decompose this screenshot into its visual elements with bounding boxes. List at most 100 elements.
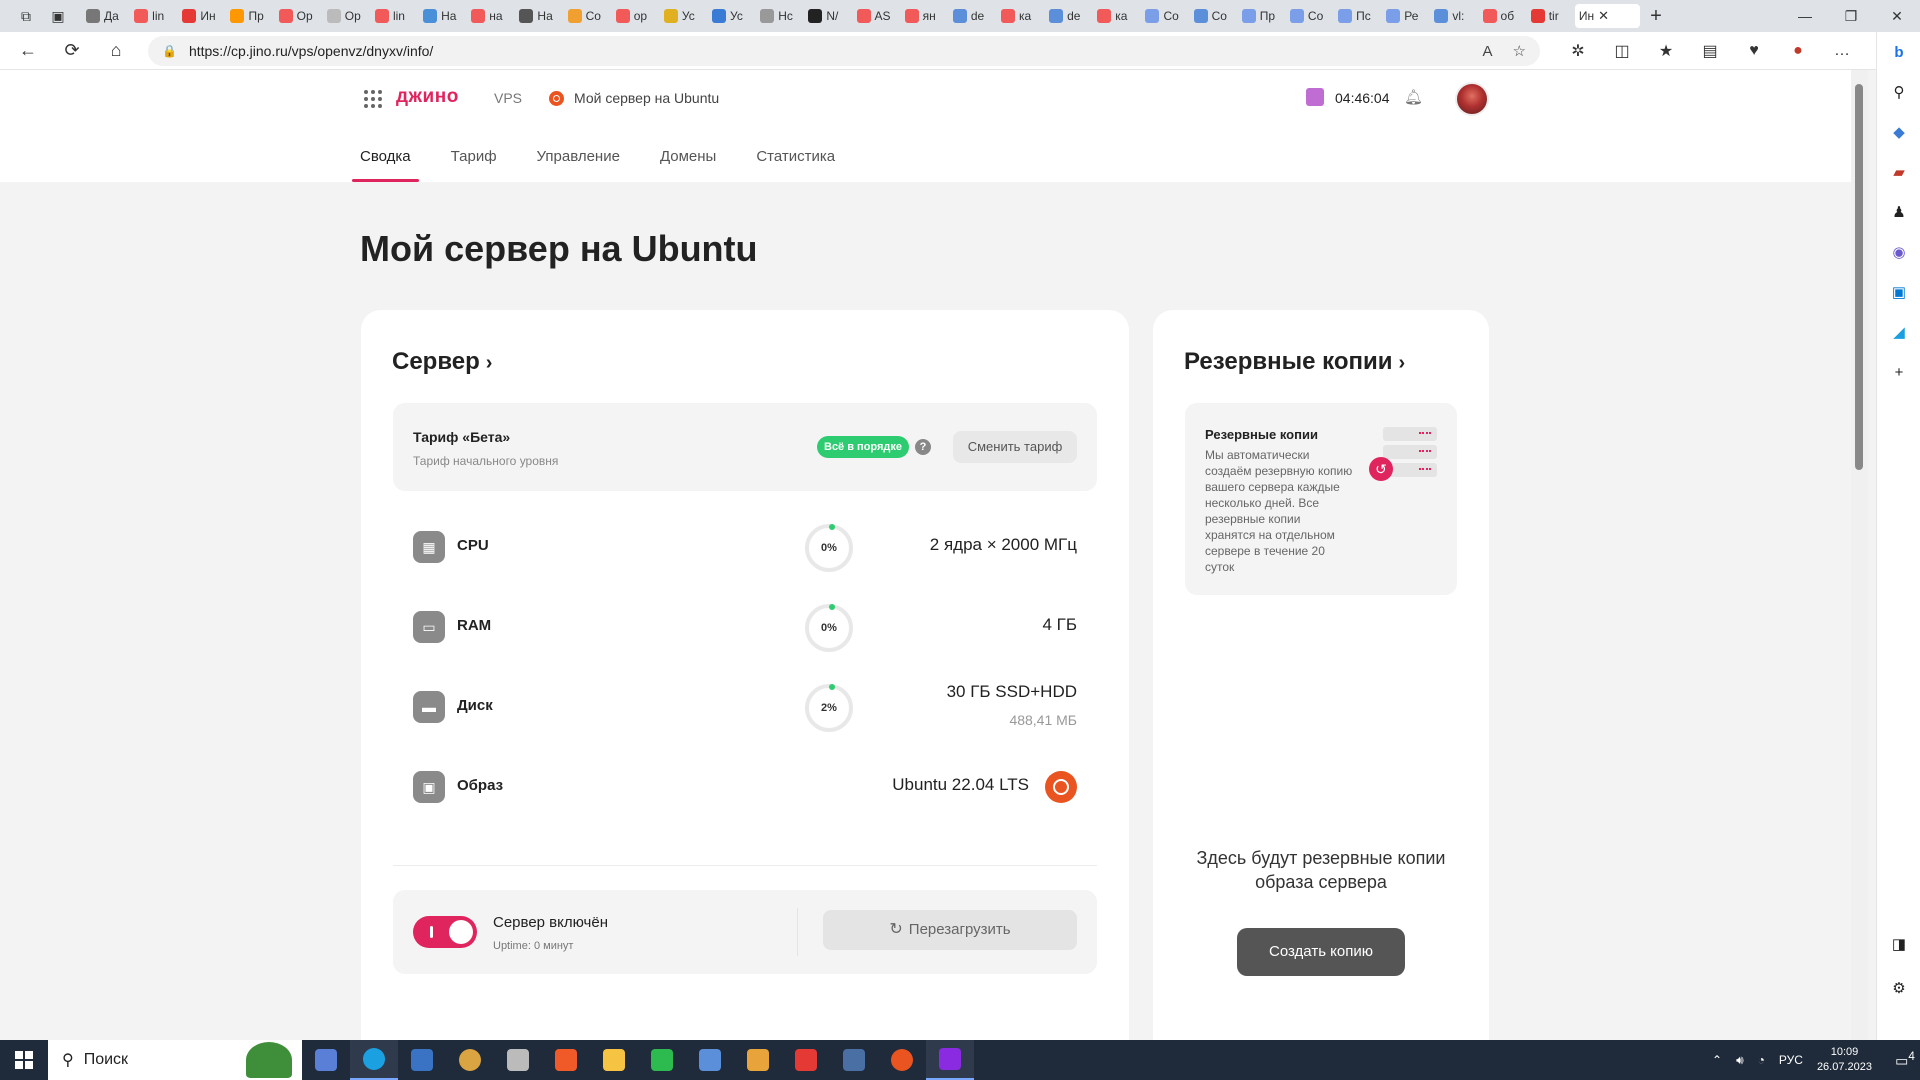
shopping-icon[interactable]: ◆ [1877,112,1920,152]
favorites-icon[interactable]: ★ [1644,41,1688,61]
tray-expand-icon[interactable]: ⌃ [1712,1053,1722,1067]
start-button[interactable] [0,1040,48,1080]
create-backup-button[interactable]: Создать копию [1237,928,1405,976]
browser-tab[interactable]: ор [612,4,658,28]
tab-statistics[interactable]: Статистика [756,148,835,182]
language-indicator[interactable]: РУС [1779,1053,1803,1067]
browser-tab[interactable]: Пр [1238,4,1284,28]
help-icon[interactable]: ? [915,439,931,455]
hide-sidebar-icon[interactable]: ◨ [1877,924,1920,964]
favorite-star-icon[interactable]: ☆ [1513,42,1526,60]
browser-tab[interactable]: На [515,4,561,28]
browser-tab[interactable]: de [949,4,995,28]
close-tab-icon[interactable]: ✕ [1598,8,1609,24]
tab-management[interactable]: Управление [537,148,620,182]
split-screen-icon[interactable]: ◫ [1600,41,1644,61]
network-icon[interactable]: ◔ [1758,1053,1765,1067]
taskbar-paint-icon[interactable] [446,1040,494,1080]
restore-button[interactable]: ❐ [1828,0,1874,32]
taskbar-phone-icon[interactable] [638,1040,686,1080]
refresh-button[interactable]: ⟳ [52,35,92,67]
new-tab-button[interactable]: + [1642,5,1670,28]
home-button[interactable]: ⌂ [96,35,136,67]
back-button[interactable]: ← [8,35,48,67]
read-aloud-icon[interactable]: A [1483,43,1493,60]
backups-card-title[interactable]: Резервные копии › [1184,348,1405,376]
browser-tab[interactable]: ка [997,4,1043,28]
notifications-icon[interactable]: ▭4 [1890,1050,1920,1070]
taskbar-app-switcher-icon[interactable] [302,1040,350,1080]
taskbar-anydesk-icon[interactable] [782,1040,830,1080]
collections-icon[interactable]: ▤ [1688,41,1732,61]
taskbar-calculator-icon[interactable] [398,1040,446,1080]
breadcrumb-server[interactable]: Мой сервер на Ubuntu [549,90,719,106]
browser-tab[interactable]: ка [1093,4,1139,28]
power-toggle[interactable] [413,916,477,948]
taskbar-ubuntu-icon[interactable] [878,1040,926,1080]
tab-actions-icon[interactable]: ▣ [44,2,72,30]
apps-grid-icon[interactable] [364,90,382,108]
close-window-button[interactable]: ✕ [1874,0,1920,32]
drop-icon[interactable]: ◢ [1877,312,1920,352]
browser-tab[interactable]: Ин [178,4,224,28]
tab-summary[interactable]: Сводка [352,148,419,182]
add-sidebar-icon[interactable]: + [1877,352,1920,392]
lock-icon[interactable]: 🔒 [162,44,177,58]
browser-tab[interactable]: Co [564,4,610,28]
settings-more-icon[interactable]: … [1820,42,1864,60]
taskbar-visual-studio-icon[interactable] [926,1040,974,1080]
browser-tab[interactable]: ян [901,4,947,28]
reboot-button[interactable]: ↻ Перезагрузить [823,910,1077,950]
avatar[interactable] [1455,82,1489,116]
scrollbar-thumb[interactable] [1855,84,1863,470]
browser-tab[interactable]: de [1045,4,1091,28]
office-icon[interactable]: ◉ [1877,232,1920,272]
games-icon[interactable]: ♟ [1877,192,1920,232]
browser-tab[interactable]: Ус [660,4,706,28]
taskbar-search[interactable]: ⚲ Поиск [48,1040,302,1080]
browser-tab-active[interactable]: Ин ✕ [1574,4,1641,28]
tab-domains[interactable]: Домены [660,148,716,182]
outlook-icon[interactable]: ▣ [1877,272,1920,312]
volume-icon[interactable]: 🔊︎ [1736,1053,1744,1068]
profile-icon[interactable]: ● [1776,42,1820,60]
search-icon[interactable]: ⚲ [1877,72,1920,112]
tab-tariff[interactable]: Тариф [451,148,497,182]
taskbar-clock[interactable]: 10:09 26.07.2023 [1817,1045,1872,1075]
breadcrumb-vps[interactable]: VPS [494,90,522,106]
browser-tab[interactable]: об [1479,4,1525,28]
taskbar-virtualbox-icon[interactable] [686,1040,734,1080]
gift-icon[interactable] [1306,88,1324,106]
browser-tab[interactable]: Ре [1382,4,1428,28]
taskbar-brave-icon[interactable] [542,1040,590,1080]
server-card-title[interactable]: Сервер › [392,348,492,376]
browser-tab[interactable]: Ор [275,4,321,28]
taskbar-tool-icon[interactable] [734,1040,782,1080]
bell-icon[interactable]: 🔔︎ [1404,88,1423,106]
taskbar-app-icon[interactable] [494,1040,542,1080]
taskbar-explorer-icon[interactable] [590,1040,638,1080]
browser-tab[interactable]: Нс [756,4,802,28]
browser-tab[interactable]: N/ [804,4,850,28]
minimize-button[interactable]: — [1782,0,1828,32]
browser-tab[interactable]: lin [371,4,417,28]
url-field[interactable]: 🔒 https://cp.jino.ru/vps/openvz/dnyxv/in… [148,36,1540,66]
browser-tab[interactable]: vl: [1430,4,1476,28]
browser-tab[interactable]: Ус [708,4,754,28]
taskbar-network-icon[interactable] [830,1040,878,1080]
browser-tab[interactable]: Ор [323,4,369,28]
tools-icon[interactable]: ▰ [1877,152,1920,192]
browser-tab[interactable]: Co [1141,4,1187,28]
bing-chat-icon[interactable]: b [1877,32,1920,72]
performance-icon[interactable]: ♥ [1732,42,1776,60]
browser-tab[interactable]: lin [130,4,176,28]
browser-tab[interactable]: Пс [1334,4,1380,28]
change-tariff-button[interactable]: Сменить тариф [953,431,1077,463]
browser-tab[interactable]: На [419,4,465,28]
sidebar-settings-icon[interactable]: ⚙ [1877,968,1920,1008]
workspaces-icon[interactable]: ⧉ [12,2,40,30]
browser-tab[interactable]: tir [1527,4,1573,28]
extensions-icon[interactable]: ✲ [1556,41,1600,61]
browser-tab[interactable]: на [467,4,513,28]
page-scrollbar[interactable] [1851,70,1868,1040]
